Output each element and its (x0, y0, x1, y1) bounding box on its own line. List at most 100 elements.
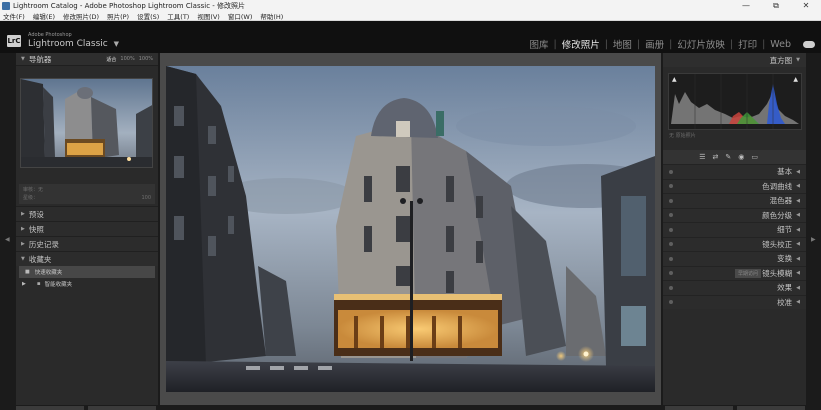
collection-label: 智能收藏夹 (44, 282, 73, 288)
menu-settings[interactable]: 设置(S) (137, 11, 159, 21)
panel-lens-corrections[interactable]: 镜头校正 ◀ (663, 236, 806, 251)
previous-button[interactable] (665, 406, 733, 410)
identity-dropdown-icon[interactable]: ▼ (114, 40, 119, 48)
collection-icon: ■ (25, 269, 30, 275)
crop-icon[interactable]: ⇄ (713, 153, 719, 161)
panel-lens-blur[interactable]: 早期访问 镜头模糊 ◀ (663, 265, 806, 280)
histogram[interactable]: ▲ ▲ (668, 73, 802, 130)
panel-basic[interactable]: 基本 ◀ (663, 164, 806, 179)
cloud-sync-icon[interactable] (803, 40, 815, 48)
menu-bar: 文件(F) 编辑(E) 修改照片(D) 照片(P) 设置(S) 工具(T) 视图… (0, 11, 821, 21)
panel-tone-curve[interactable]: 色调曲线 ◀ (663, 178, 806, 193)
window-title: Lightroom Catalog - Adobe Photoshop Ligh… (13, 1, 246, 10)
module-print[interactable]: 打印 (736, 37, 759, 51)
close-button[interactable]: ✕ (791, 1, 821, 10)
menu-view[interactable]: 视图(V) (197, 11, 220, 21)
mask-icon[interactable]: ▭ (751, 153, 758, 161)
shadow-clipping-icon[interactable]: ▲ (672, 76, 677, 83)
collapse-right-icon[interactable]: ▶ (811, 236, 816, 243)
module-book[interactable]: 画册 (643, 37, 666, 51)
panel-label: 细节 (777, 225, 793, 235)
collections-panel-header[interactable]: ▼ 收藏夹 (16, 251, 158, 266)
zoom-option[interactable]: 100% (139, 56, 153, 63)
histogram-title: 直方图 (769, 55, 793, 65)
collection-quick[interactable]: ■ 快速收藏夹 (19, 266, 155, 278)
maximize-button[interactable]: ⧉ (761, 1, 791, 11)
panel-toggle[interactable] (669, 256, 673, 261)
menu-photo[interactable]: 照片(P) (107, 11, 129, 21)
minimize-button[interactable]: — (731, 1, 761, 10)
presets-panel-header[interactable]: ▶ 预设 (16, 206, 158, 221)
module-web[interactable]: Web (768, 39, 793, 50)
module-separator: | (553, 38, 557, 50)
panel-label: 变换 (777, 254, 793, 264)
paste-button[interactable] (88, 406, 156, 410)
module-picker: 图库 | 修改照片 | 地图 | 画册 | 幻灯片放映 | 打印 | Web (527, 37, 815, 51)
left-panel-edge[interactable]: ◀ (0, 53, 16, 405)
expand-triangle-icon: ▶ (22, 281, 26, 287)
snapshots-panel-header[interactable]: ▶ 快照 (16, 221, 158, 236)
module-separator: | (762, 38, 766, 50)
navigator-preview[interactable] (20, 78, 153, 168)
menu-develop[interactable]: 修改照片(D) (63, 11, 99, 21)
collapse-triangle-icon: ▼ (21, 56, 25, 62)
bottom-panel-edge[interactable] (0, 405, 821, 410)
expand-triangle-icon: ◀ (796, 183, 800, 190)
history-label: 历史记录 (28, 239, 59, 249)
panel-toggle[interactable] (669, 242, 673, 247)
brand-product[interactable]: Lightroom Classic ▼ (28, 39, 119, 49)
panel-toggle[interactable] (669, 169, 673, 174)
menu-help[interactable]: 帮助(H) (260, 11, 283, 21)
collection-smart[interactable]: ▶ ▪ 智能收藏夹 (16, 278, 158, 290)
collections-label: 收藏夹 (28, 254, 52, 264)
histogram-header[interactable]: 直方图 ▼ (663, 53, 806, 67)
module-develop[interactable]: 修改照片 (560, 37, 602, 51)
navigator-title: 导航器 (28, 54, 52, 64)
highlight-clipping-icon[interactable]: ▲ (793, 76, 798, 83)
module-library[interactable]: 图库 (527, 37, 550, 51)
menu-window[interactable]: 窗口(W) (228, 11, 253, 21)
panel-toggle[interactable] (669, 198, 673, 203)
module-slideshow[interactable]: 幻灯片放映 (675, 37, 727, 51)
reset-button[interactable] (737, 406, 805, 410)
menu-file[interactable]: 文件(F) (3, 11, 25, 21)
panel-toggle[interactable] (669, 285, 673, 290)
panel-toggle[interactable] (669, 300, 673, 305)
app-icon (2, 1, 10, 10)
menu-tools[interactable]: 工具(T) (167, 11, 189, 21)
panel-toggle[interactable] (669, 227, 673, 232)
right-panel-edge[interactable]: ▶ (806, 53, 821, 405)
expand-triangle-icon: ▶ (21, 211, 25, 217)
copy-button[interactable] (16, 406, 84, 410)
photo-canvas[interactable] (166, 66, 655, 392)
module-map[interactable]: 地图 (611, 37, 634, 51)
zoom-fit-option[interactable]: 适合 (106, 56, 116, 63)
panel-transform[interactable]: 变换 ◀ (663, 251, 806, 266)
red-eye-icon[interactable]: ◉ (738, 153, 744, 161)
zoom-option[interactable]: 100% (120, 56, 134, 63)
expand-triangle-icon: ◀ (796, 212, 800, 219)
history-panel-header[interactable]: ▶ 历史记录 (16, 236, 158, 251)
photo-image (166, 66, 655, 392)
collapse-left-icon[interactable]: ◀ (5, 236, 10, 243)
panel-label: 颜色分级 (762, 210, 793, 220)
exif-info: 无 原始照片 (669, 133, 696, 139)
info-label: 星级： (23, 195, 39, 201)
panel-calibration[interactable]: 校准 ◀ (663, 294, 806, 309)
panel-color-mixer[interactable]: 混色器 ◀ (663, 193, 806, 208)
healing-icon[interactable]: ✎ (725, 153, 731, 161)
panel-toggle[interactable] (669, 271, 673, 276)
panel-toggle[interactable] (669, 213, 673, 218)
collapse-triangle-icon: ▼ (21, 256, 25, 262)
panel-effects[interactable]: 效果 ◀ (663, 280, 806, 295)
menu-edit[interactable]: 编辑(E) (33, 11, 55, 21)
expand-triangle-icon: ◀ (796, 255, 800, 262)
panel-detail[interactable]: 细节 ◀ (663, 222, 806, 237)
smart-collection-icon: ▪ (36, 281, 41, 287)
main-image-area (160, 53, 661, 405)
panel-toggle[interactable] (669, 184, 673, 189)
navigator-header[interactable]: ▼ 导航器 适合 100% 100% (16, 53, 158, 66)
expand-triangle-icon: ◀ (796, 241, 800, 248)
edit-icon[interactable]: ☰ (699, 153, 705, 161)
panel-color-grading[interactable]: 颜色分级 ◀ (663, 207, 806, 222)
